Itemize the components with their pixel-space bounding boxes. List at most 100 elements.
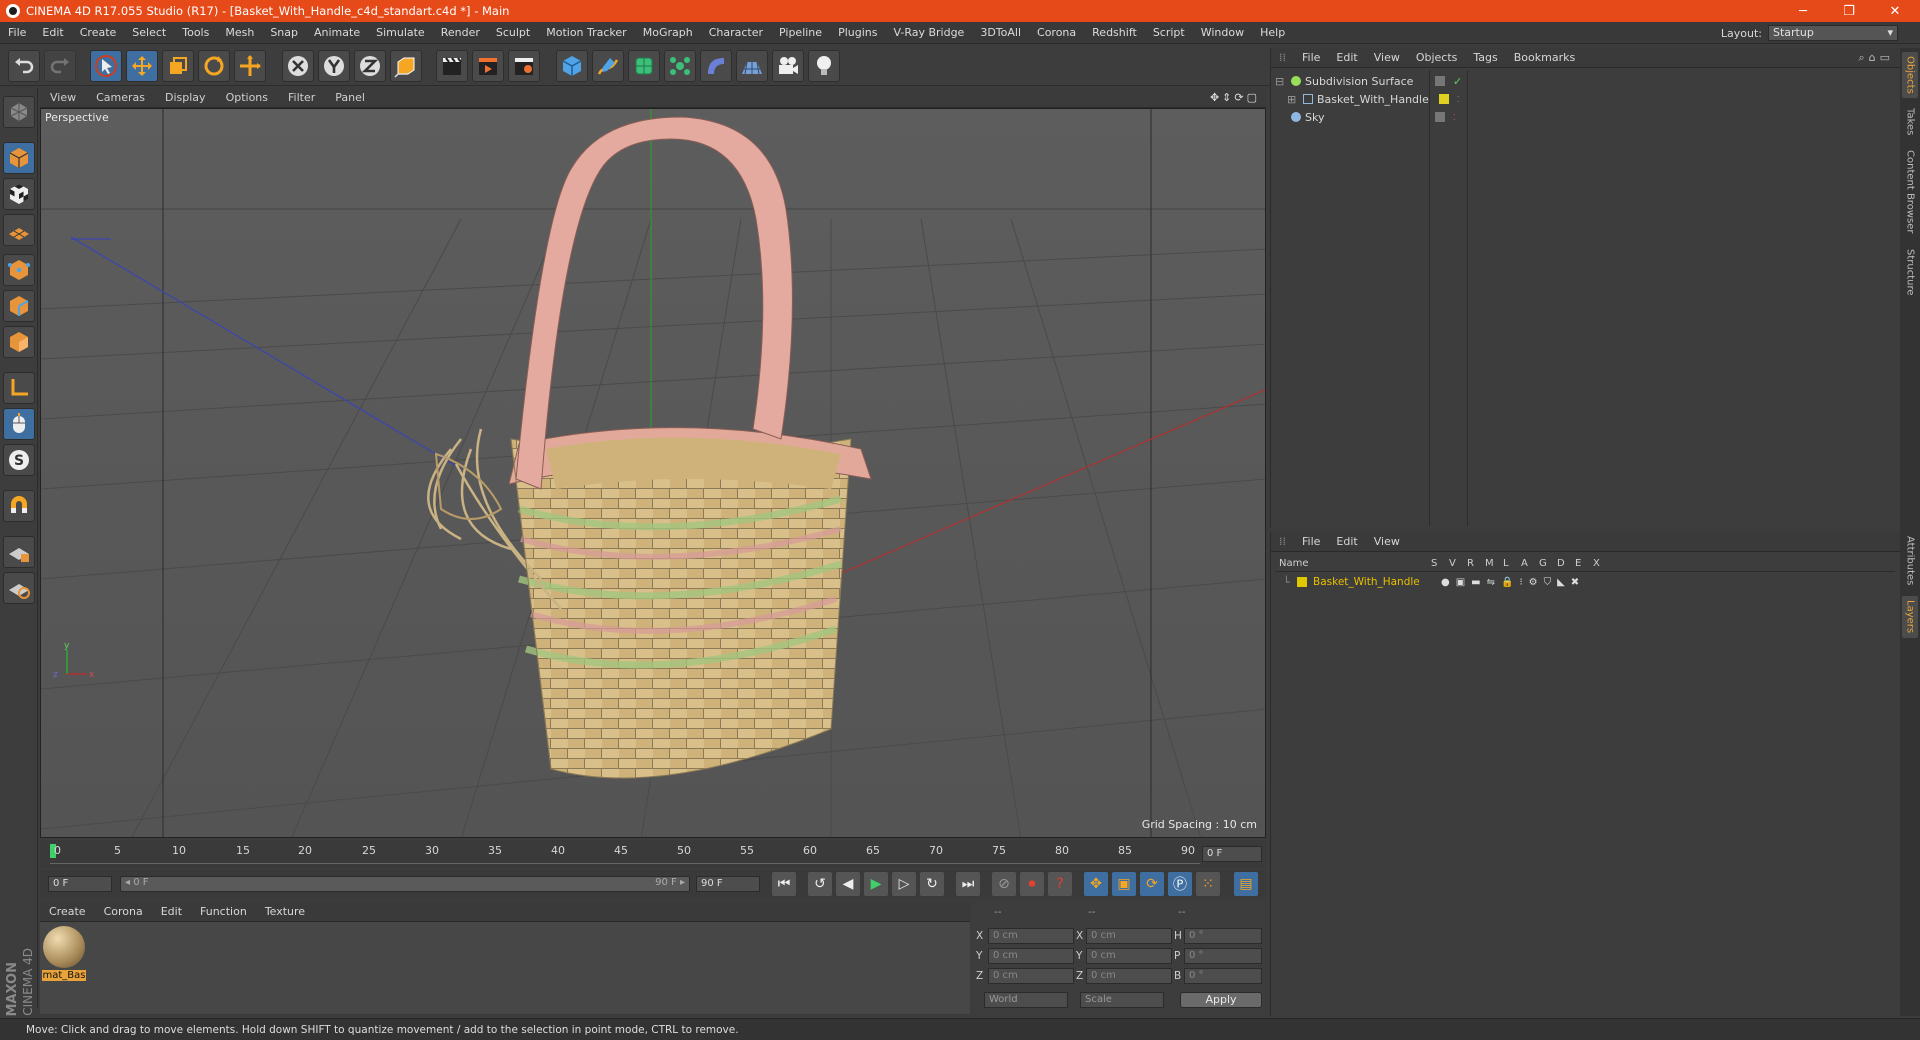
menu-vray-bridge[interactable]: V-Ray Bridge (885, 26, 972, 39)
panel-grip-icon[interactable]: ⁞⁞ (1271, 535, 1294, 548)
add-camera-button[interactable] (772, 50, 804, 82)
position-y-field[interactable]: 0 cm (988, 948, 1074, 964)
viewport-nav-icons[interactable]: ✥⇕⟳▢ (1210, 91, 1266, 104)
points-mode-button[interactable] (3, 254, 35, 286)
key-position-icon[interactable]: ✥ (1084, 872, 1108, 896)
object-menu-bookmarks[interactable]: Bookmarks (1506, 51, 1583, 64)
material-menu-create[interactable]: Create (40, 905, 95, 918)
expand-icon[interactable]: ⊞ (1287, 93, 1299, 106)
add-cloner-button[interactable] (664, 50, 696, 82)
material-menu-edit[interactable]: Edit (152, 905, 191, 918)
position-z-field[interactable]: 0 cm (988, 968, 1074, 984)
viewport-menu-filter[interactable]: Filter (278, 91, 325, 104)
coordinate-space-dropdown[interactable]: World (984, 992, 1068, 1008)
edit-render-settings-button[interactable] (508, 50, 540, 82)
viewport-menu-view[interactable]: View (40, 91, 86, 104)
step-back-icon[interactable]: ◀ (836, 872, 860, 896)
rotation-b-field[interactable]: 0 ° (1184, 968, 1262, 984)
add-light-button[interactable] (808, 50, 840, 82)
material-menu-corona[interactable]: Corona (95, 905, 152, 918)
end-frame-field[interactable]: 90 F (696, 876, 760, 892)
tab-content-browser[interactable]: Content Browser (1902, 146, 1918, 238)
viewport-menu-panel[interactable]: Panel (325, 91, 375, 104)
axis-mode-button[interactable] (3, 372, 35, 404)
move-tool-button[interactable] (126, 50, 158, 82)
layer-color-swatch[interactable] (1297, 577, 1307, 587)
menu-create[interactable]: Create (72, 26, 125, 39)
next-keyframe-icon[interactable]: ↻ (920, 872, 944, 896)
key-parameter-icon[interactable]: Ⓟ (1168, 872, 1192, 896)
texture-mode-button[interactable] (3, 178, 35, 210)
previous-keyframe-icon[interactable]: ↺ (808, 872, 832, 896)
menu-snap[interactable]: Snap (262, 26, 306, 39)
size-x-field[interactable]: 0 cm (1086, 928, 1172, 944)
play-icon[interactable]: ▶ (864, 872, 888, 896)
workplane-axis-button[interactable] (3, 572, 35, 604)
x-axis-lock-button[interactable] (282, 50, 314, 82)
layer-color-swatch[interactable] (1438, 94, 1449, 104)
size-z-field[interactable]: 0 cm (1086, 968, 1172, 984)
key-pla-icon[interactable]: ⁙ (1196, 872, 1220, 896)
z-axis-lock-button[interactable] (354, 50, 386, 82)
tab-structure[interactable]: Structure (1902, 244, 1918, 300)
coordinate-mode-dropdown[interactable]: Scale (1080, 992, 1164, 1008)
viewport-menu-options[interactable]: Options (216, 91, 278, 104)
layer-menu-view[interactable]: View (1366, 535, 1408, 548)
layer-menu-file[interactable]: File (1294, 535, 1328, 548)
object-row-subdivision[interactable]: ⊟ Subdivision Surface ✓ (1271, 72, 1901, 90)
visibility-dots-icon[interactable]: ⁚ (1457, 95, 1460, 104)
add-subdivision-button[interactable] (628, 50, 660, 82)
panel-grip-icon[interactable]: ⁞⁞ (1271, 51, 1294, 64)
frame-range-slider[interactable]: ◂ 0 F 90 F ▸ (120, 876, 690, 892)
visibility-dots-icon[interactable]: ⁚ (1453, 113, 1456, 122)
tweak-mode-button[interactable] (3, 408, 35, 440)
menu-script[interactable]: Script (1145, 26, 1193, 39)
current-frame-field[interactable]: 0 F (1202, 846, 1262, 862)
perspective-viewport[interactable]: y x z Perspective Grid Spacing : 10 cm (40, 108, 1266, 838)
menu-pipeline[interactable]: Pipeline (771, 26, 830, 39)
key-scale-icon[interactable]: ▣ (1112, 872, 1136, 896)
object-menu-file[interactable]: File (1294, 51, 1328, 64)
layer-tag-icon[interactable] (1435, 76, 1445, 86)
menu-character[interactable]: Character (701, 26, 771, 39)
menu-sculpt[interactable]: Sculpt (488, 26, 538, 39)
step-forward-icon[interactable]: ▷ (892, 872, 916, 896)
layer-menu-edit[interactable]: Edit (1328, 535, 1365, 548)
close-button[interactable]: ✕ (1872, 0, 1918, 22)
material-menu-texture[interactable]: Texture (256, 905, 314, 918)
menu-edit[interactable]: Edit (34, 26, 71, 39)
autokey-icon[interactable]: ? (1048, 872, 1072, 896)
make-editable-button[interactable] (3, 96, 35, 128)
magnet-button[interactable] (3, 490, 35, 522)
go-to-end-icon[interactable]: ⏭ (956, 872, 980, 896)
scale-tool-button[interactable] (162, 50, 194, 82)
menu-tools[interactable]: Tools (174, 26, 217, 39)
rotation-p-field[interactable]: 0 ° (1184, 948, 1262, 964)
apply-button[interactable]: Apply (1180, 992, 1262, 1008)
workplane-mode-button[interactable] (3, 214, 35, 246)
transform-tool-button[interactable] (234, 50, 266, 82)
material-swatch[interactable]: mat_Bas (42, 926, 86, 984)
motion-record-icon[interactable]: ⊘ (992, 872, 1016, 896)
menu-redshift[interactable]: Redshift (1084, 26, 1145, 39)
object-menu-view[interactable]: View (1366, 51, 1408, 64)
menu-animate[interactable]: Animate (306, 26, 368, 39)
timeline-window-icon[interactable]: ▤ (1234, 872, 1258, 896)
tab-objects[interactable]: Objects (1902, 52, 1918, 98)
layer-name[interactable]: Basket_With_Handle (1313, 576, 1441, 588)
coordinate-system-button[interactable] (390, 50, 422, 82)
polygons-mode-button[interactable] (3, 326, 35, 358)
object-menu-objects[interactable]: Objects (1408, 51, 1466, 64)
menu-simulate[interactable]: Simulate (368, 26, 433, 39)
tab-attributes[interactable]: Attributes (1902, 532, 1918, 590)
menu-corona[interactable]: Corona (1029, 26, 1084, 39)
undo-button[interactable] (8, 50, 40, 82)
go-to-start-icon[interactable]: ⏮ (772, 872, 796, 896)
menu-mesh[interactable]: Mesh (217, 26, 262, 39)
record-keys-icon[interactable]: ⏺ (1020, 872, 1044, 896)
render-picture-viewer-button[interactable] (472, 50, 504, 82)
layer-row[interactable]: └ Basket_With_Handle ●▣▬⇋🔒⁝⚙⛉◣✖ (1275, 574, 1895, 590)
viewport-menu-cameras[interactable]: Cameras (86, 91, 155, 104)
object-search-icon[interactable]: ⌕⌂▭ (1858, 51, 1900, 65)
layer-toggle-icons[interactable]: ●▣▬⇋🔒⁝⚙⛉◣✖ (1441, 577, 1585, 588)
